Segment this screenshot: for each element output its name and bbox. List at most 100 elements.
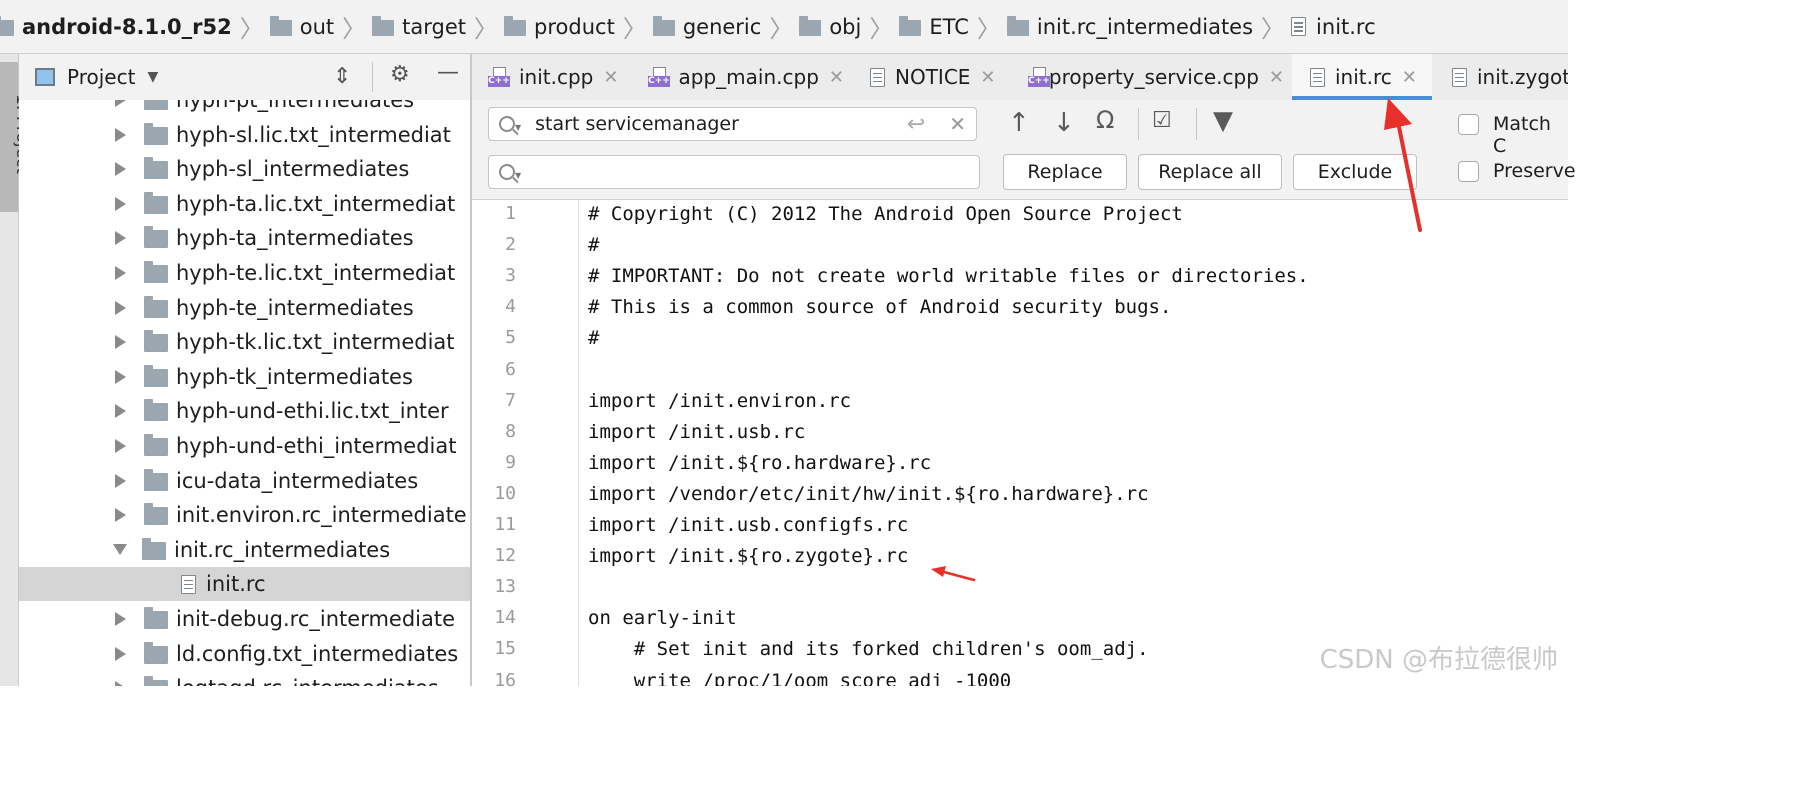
chevron-right-icon[interactable] xyxy=(115,508,126,523)
search-input[interactable]: start servicemanager xyxy=(535,113,907,135)
code-line[interactable]: import /init.environ.rc xyxy=(588,390,851,412)
breadcrumb-item[interactable]: ETC 〉 xyxy=(899,9,1007,44)
tree-item[interactable]: ld.config.txt_intermediates xyxy=(19,637,470,671)
editor-tab[interactable]: C++ init.cpp ✕ xyxy=(472,54,624,100)
tree-item[interactable]: hyph-tk.lic.txt_intermediat xyxy=(19,325,470,359)
tree-item[interactable]: hyph-ta.lic.txt_intermediat xyxy=(19,187,470,221)
line-number: 15 xyxy=(494,638,516,660)
tree-item[interactable]: init.rc_intermediates xyxy=(19,533,470,567)
chevron-down-icon[interactable] xyxy=(113,544,127,556)
search-field[interactable]: ▼ start servicemanager ↩ ✕ xyxy=(488,107,977,141)
chevron-right-icon[interactable] xyxy=(115,266,126,280)
replace-field[interactable]: ▼ xyxy=(488,155,980,189)
add-selection-icon[interactable]: ☑ xyxy=(1152,108,1172,133)
breadcrumb-item[interactable]: init.rc_intermediates 〉 xyxy=(1006,9,1291,44)
clear-search-icon[interactable]: ✕ xyxy=(949,112,966,136)
chevron-right-icon[interactable] xyxy=(115,612,126,626)
breadcrumb-item[interactable]: obj 〉 xyxy=(799,9,899,44)
code-editor[interactable]: # Copyright (C) 2012 The Android Open So… xyxy=(579,200,1568,686)
preserve-case-checkbox[interactable] xyxy=(1458,161,1479,182)
breadcrumb-item[interactable]: out 〉 xyxy=(269,9,372,44)
code-line[interactable]: # Copyright (C) 2012 The Android Open So… xyxy=(588,203,1183,225)
code-line[interactable]: import /init.${ro.zygote}.rc xyxy=(588,545,908,567)
tree-item[interactable]: hyph-sl.lic.txt_intermediat xyxy=(19,118,470,152)
replace-button[interactable]: Replace xyxy=(1003,154,1127,190)
select-all-occurrences-icon[interactable]: Ω xyxy=(1096,106,1114,134)
chevron-right-icon[interactable] xyxy=(115,300,126,315)
tree-item[interactable]: hyph-sl_intermediates xyxy=(19,152,470,186)
chevron-right-icon[interactable] xyxy=(115,369,126,384)
code-line[interactable]: import /init.${ro.hardware}.rc xyxy=(588,452,931,474)
tree-item-label: ld.config.txt_intermediates xyxy=(176,641,459,666)
breadcrumb-item[interactable]: product 〉 xyxy=(504,9,653,44)
chevron-right-icon[interactable] xyxy=(115,196,126,211)
tree-item[interactable]: icu-data_intermediates xyxy=(19,464,470,498)
project-panel-title[interactable]: Project xyxy=(67,65,135,89)
code-line[interactable]: import /init.usb.rc xyxy=(588,421,805,443)
close-icon[interactable]: ✕ xyxy=(1402,67,1417,88)
breadcrumb-item[interactable]: init.rc xyxy=(1291,15,1376,39)
tree-item[interactable]: logtagd.rc_intermediates xyxy=(19,671,470,686)
chevron-right-icon[interactable] xyxy=(115,681,126,686)
search-icon[interactable] xyxy=(499,164,515,180)
code-line[interactable]: import /vendor/etc/init/hw/init.${ro.har… xyxy=(588,483,1149,505)
previous-occurrence-icon[interactable]: ↑ xyxy=(1008,108,1030,138)
code-line[interactable]: # xyxy=(588,327,599,349)
editor-tab[interactable]: C++ property_service.cpp ✕ xyxy=(1012,54,1284,100)
code-line[interactable]: on early-init xyxy=(588,607,737,629)
breadcrumb-item[interactable]: generic 〉 xyxy=(652,9,800,44)
close-icon[interactable]: ✕ xyxy=(829,67,844,88)
close-icon[interactable]: ✕ xyxy=(1269,67,1284,88)
match-case-checkbox[interactable] xyxy=(1458,114,1479,135)
close-icon[interactable]: ✕ xyxy=(980,67,995,88)
replace-all-button[interactable]: Replace all xyxy=(1138,154,1282,190)
code-line[interactable]: # IMPORTANT: Do not create world writabl… xyxy=(588,265,1309,287)
code-line[interactable]: write /proc/1/oom_score_adj -1000 xyxy=(588,670,1012,687)
next-occurrence-icon[interactable]: ↓ xyxy=(1053,108,1075,138)
breadcrumb-label: generic xyxy=(682,14,762,39)
chevron-right-icon[interactable] xyxy=(115,473,126,488)
filter-icon[interactable]: ▼ xyxy=(1213,106,1233,136)
editor-tab[interactable]: init.zygot xyxy=(1434,54,1568,100)
tree-item[interactable]: hyph-te_intermediates xyxy=(19,291,470,325)
code-line[interactable]: # Set init and its forked children's oom… xyxy=(588,638,1149,660)
new-line-icon[interactable]: ↩ xyxy=(907,112,925,137)
breadcrumb-item[interactable]: android-8.1.0_r52 〉 xyxy=(0,9,270,44)
close-icon[interactable]: ✕ xyxy=(603,67,618,88)
folder-icon xyxy=(144,364,168,387)
code-line[interactable]: # xyxy=(588,234,599,256)
code-line[interactable]: # This is a common source of Android sec… xyxy=(588,296,1171,318)
chevron-right-icon[interactable] xyxy=(115,127,126,142)
minimize-icon[interactable]: — xyxy=(437,60,459,85)
code-line[interactable]: import /init.usb.configfs.rc xyxy=(588,514,908,536)
chevron-right-icon[interactable] xyxy=(115,231,126,246)
breadcrumb-label: init.rc_intermediates xyxy=(1036,14,1254,39)
editor-tab[interactable]: C++ app_main.cpp ✕ xyxy=(632,54,844,100)
chevron-down-icon[interactable]: ▼ xyxy=(147,69,158,85)
chevron-right-icon[interactable] xyxy=(115,646,126,661)
chevron-right-icon[interactable] xyxy=(115,100,126,107)
chevron-right-icon[interactable] xyxy=(115,439,126,453)
search-icon[interactable] xyxy=(499,116,515,132)
tree-item[interactable]: hyph-und-ethi_intermediat xyxy=(19,429,470,463)
line-number: 5 xyxy=(505,327,516,349)
tree-item[interactable]: init.environ.rc_intermediate xyxy=(19,498,470,532)
tree-item[interactable]: hyph-ta_intermediates xyxy=(19,221,470,255)
tree-item[interactable]: hyph-tk_intermediates xyxy=(19,360,470,394)
line-number: 7 xyxy=(505,389,516,411)
tree-item[interactable]: hyph-pt_intermediates xyxy=(19,100,470,117)
breadcrumb-item[interactable]: target 〉 xyxy=(372,9,504,44)
exclude-button[interactable]: Exclude xyxy=(1293,154,1417,190)
collapse-all-icon[interactable]: ⇕ xyxy=(333,64,351,89)
tree-item[interactable]: init.rc xyxy=(19,567,470,602)
editor-tab[interactable]: NOTICE ✕ xyxy=(852,54,1004,100)
gear-icon[interactable]: ⚙ xyxy=(390,62,410,87)
tree-item[interactable]: hyph-und-ethi.lic.txt_inter xyxy=(19,394,470,428)
chevron-right-icon[interactable] xyxy=(115,404,126,419)
editor-tab[interactable]: init.rc ✕ xyxy=(1292,54,1432,100)
chevron-right-icon[interactable] xyxy=(115,335,126,350)
tree-item[interactable]: init-debug.rc_intermediate xyxy=(19,602,470,636)
tree-item[interactable]: hyph-te.lic.txt_intermediat xyxy=(19,256,470,290)
chevron-right-icon[interactable] xyxy=(115,162,126,177)
text-file-icon xyxy=(1310,67,1325,87)
